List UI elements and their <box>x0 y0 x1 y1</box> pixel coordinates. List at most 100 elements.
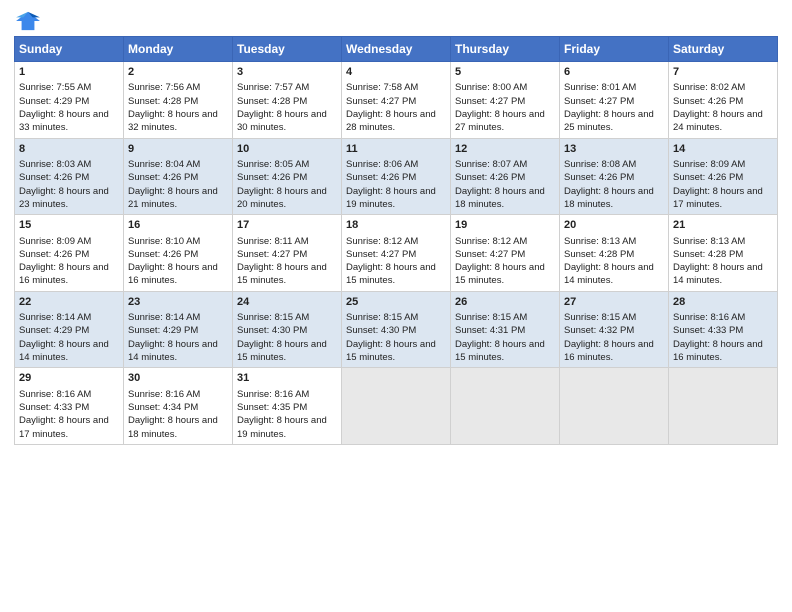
daylight-text: Daylight: 8 hours and 33 minutes. <box>19 109 109 133</box>
sunset-text: Sunset: 4:29 PM <box>19 325 89 336</box>
day-number: 20 <box>564 218 664 233</box>
daylight-text: Daylight: 8 hours and 15 minutes. <box>346 262 436 286</box>
calendar-table: SundayMondayTuesdayWednesdayThursdayFrid… <box>14 36 778 445</box>
day-cell: 6Sunrise: 8:01 AMSunset: 4:27 PMDaylight… <box>560 62 669 139</box>
sunset-text: Sunset: 4:27 PM <box>564 96 634 107</box>
day-cell: 17 Sunrise: 8:11 AM Sunset: 4:27 PM Dayligh… <box>233 215 342 292</box>
day-cell: 22Sunrise: 8:14 AMSunset: 4:29 PMDayligh… <box>15 291 124 368</box>
daylight-text: Daylight: 8 hours and 27 minutes. <box>455 109 545 133</box>
sunset-text: Sunset: 4:26 PM <box>128 172 198 183</box>
day-cell <box>342 368 451 445</box>
day-cell: 19Sunrise: 8:12 AMSunset: 4:27 PMDayligh… <box>451 215 560 292</box>
sunset-text: Sunset: 4:26 PM <box>455 172 525 183</box>
sunset-text: Sunset: 4:27 PM <box>237 249 307 260</box>
day-cell: 30Sunrise: 8:16 AMSunset: 4:34 PMDayligh… <box>124 368 233 445</box>
day-number: 1 <box>19 65 119 80</box>
day-cell: 25Sunrise: 8:15 AMSunset: 4:30 PMDayligh… <box>342 291 451 368</box>
sunset-text: Sunset: 4:26 PM <box>128 249 198 260</box>
day-number: 15 <box>19 218 119 233</box>
day-number: 18 <box>346 218 446 233</box>
sunset-text: Sunset: 4:26 PM <box>564 172 634 183</box>
sunrise-text: Sunrise: 8:07 AM <box>455 159 527 170</box>
sunrise-text: Sunrise: 8:13 AM <box>564 236 636 247</box>
sunset-text: Sunset: 4:29 PM <box>128 325 198 336</box>
daylight-text: Daylight: 8 hours and 21 minutes. <box>128 186 218 210</box>
day-number: 12 <box>455 142 555 157</box>
logo-icon <box>14 10 42 32</box>
daylight-text: Daylight: 8 hours and 16 minutes. <box>128 262 218 286</box>
day-number: 6 <box>564 65 664 80</box>
day-cell: 20Sunrise: 8:13 AMSunset: 4:28 PMDayligh… <box>560 215 669 292</box>
day-number: 22 <box>19 295 119 310</box>
day-number: 17 <box>237 218 337 233</box>
day-cell: 5Sunrise: 8:00 AMSunset: 4:27 PMDaylight… <box>451 62 560 139</box>
sunset-text: Sunset: 4:26 PM <box>19 249 89 260</box>
day-number: 4 <box>346 65 446 80</box>
day-header-saturday: Saturday <box>669 37 778 62</box>
daylight-text: Daylight: 8 hours and 16 minutes. <box>19 262 109 286</box>
day-number: 25 <box>346 295 446 310</box>
sunrise-text: Sunrise: 7:56 AM <box>128 82 200 93</box>
day-cell <box>669 368 778 445</box>
sunset-text: Sunset: 4:34 PM <box>128 402 198 413</box>
day-number: 10 <box>237 142 337 157</box>
sunrise-text: Sunrise: 8:05 AM <box>237 159 309 170</box>
daylight-text: Daylight: 8 hours and 14 minutes. <box>128 339 218 363</box>
day-number: 21 <box>673 218 773 233</box>
day-header-monday: Monday <box>124 37 233 62</box>
day-header-tuesday: Tuesday <box>233 37 342 62</box>
day-number: 2 <box>128 65 228 80</box>
day-cell: 11Sunrise: 8:06 AMSunset: 4:26 PMDayligh… <box>342 138 451 215</box>
sunset-text: Sunset: 4:28 PM <box>673 249 743 260</box>
sunrise-text: Sunrise: 8:15 AM <box>455 312 527 323</box>
daylight-text: Daylight: 8 hours and 15 minutes. <box>237 339 327 363</box>
sunrise-text: Sunrise: 8:13 AM <box>673 236 745 247</box>
daylight-text: Daylight: 8 hours and 15 minutes. <box>237 262 327 286</box>
day-number: 9 <box>128 142 228 157</box>
day-number: 3 <box>237 65 337 80</box>
daylight-text: Daylight: 8 hours and 17 minutes. <box>673 186 763 210</box>
header <box>14 10 778 32</box>
daylight-text: Daylight: 8 hours and 28 minutes. <box>346 109 436 133</box>
daylight-text: Daylight: 8 hours and 20 minutes. <box>237 186 327 210</box>
sunrise-text: Sunrise: 8:01 AM <box>564 82 636 93</box>
day-header-sunday: Sunday <box>15 37 124 62</box>
sunset-text: Sunset: 4:27 PM <box>346 249 416 260</box>
day-number: 5 <box>455 65 555 80</box>
sunrise-text: Sunrise: 7:57 AM <box>237 82 309 93</box>
day-cell <box>560 368 669 445</box>
sunset-text: Sunset: 4:26 PM <box>673 172 743 183</box>
day-number: 8 <box>19 142 119 157</box>
day-cell: 2Sunrise: 7:56 AMSunset: 4:28 PMDaylight… <box>124 62 233 139</box>
daylight-text: Daylight: 8 hours and 18 minutes. <box>128 415 218 439</box>
day-number: 26 <box>455 295 555 310</box>
sunset-text: Sunset: 4:27 PM <box>455 96 525 107</box>
sunrise-text: Sunrise: 8:14 AM <box>128 312 200 323</box>
sunrise-text: Sunrise: 8:11 AM <box>237 236 309 247</box>
sunrise-text: Sunrise: 8:16 AM <box>19 389 91 400</box>
day-number: 29 <box>19 371 119 386</box>
day-number: 31 <box>237 371 337 386</box>
daylight-text: Daylight: 8 hours and 17 minutes. <box>19 415 109 439</box>
day-number: 7 <box>673 65 773 80</box>
daylight-text: Daylight: 8 hours and 16 minutes. <box>564 339 654 363</box>
day-header-wednesday: Wednesday <box>342 37 451 62</box>
sunset-text: Sunset: 4:26 PM <box>346 172 416 183</box>
day-number: 27 <box>564 295 664 310</box>
day-number: 11 <box>346 142 446 157</box>
sunset-text: Sunset: 4:26 PM <box>237 172 307 183</box>
day-number: 30 <box>128 371 228 386</box>
sunset-text: Sunset: 4:28 PM <box>128 96 198 107</box>
daylight-text: Daylight: 8 hours and 19 minutes. <box>237 415 327 439</box>
day-number: 13 <box>564 142 664 157</box>
sunset-text: Sunset: 4:31 PM <box>455 325 525 336</box>
sunrise-text: Sunrise: 8:15 AM <box>346 312 418 323</box>
day-header-friday: Friday <box>560 37 669 62</box>
sunrise-text: Sunrise: 8:04 AM <box>128 159 200 170</box>
daylight-text: Daylight: 8 hours and 19 minutes. <box>346 186 436 210</box>
sunset-text: Sunset: 4:32 PM <box>564 325 634 336</box>
sunset-text: Sunset: 4:30 PM <box>237 325 307 336</box>
week-row-2: 8Sunrise: 8:03 AMSunset: 4:26 PMDaylight… <box>15 138 778 215</box>
sunrise-text: Sunrise: 7:55 AM <box>19 82 91 93</box>
day-cell: 27Sunrise: 8:15 AMSunset: 4:32 PMDayligh… <box>560 291 669 368</box>
